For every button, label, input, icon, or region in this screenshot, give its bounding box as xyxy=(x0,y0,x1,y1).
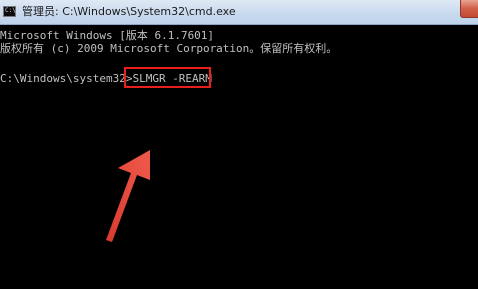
red-arrow-annotation xyxy=(106,150,150,242)
arrow-shape xyxy=(106,150,150,242)
cmd-window: C:\ 管理员: C:\Windows\System32\cmd.exe Mic… xyxy=(0,0,478,289)
